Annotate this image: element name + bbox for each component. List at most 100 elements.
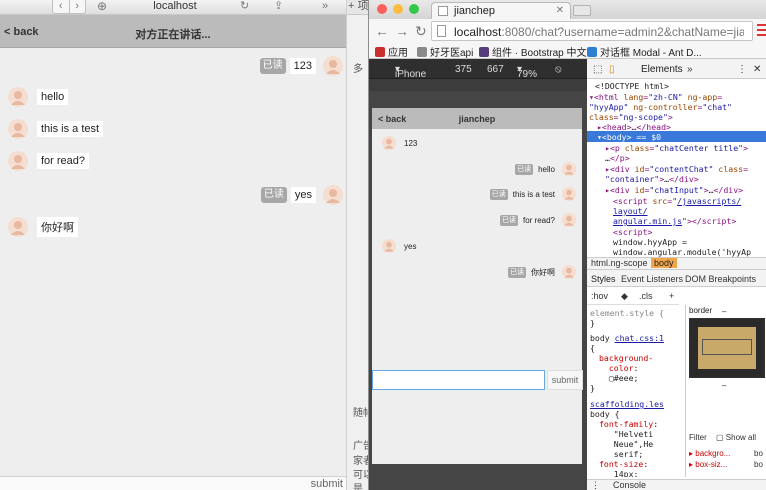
style-line[interactable]: serif; xyxy=(599,449,644,459)
close-devtools-icon[interactable]: ✕ xyxy=(753,64,761,75)
style-line[interactable]: scaffolding.les xyxy=(590,399,664,409)
menu-icon[interactable] xyxy=(757,24,766,36)
safari-address-title[interactable]: localhost xyxy=(110,0,240,13)
computed-property[interactable]: ▸ backgro... xyxy=(689,449,730,458)
reload-icon[interactable]: ↻ xyxy=(240,0,249,13)
dom-line[interactable]: window.angular.module('hyyAp xyxy=(613,247,751,257)
dom-line[interactable]: "container">…</div> xyxy=(605,174,699,184)
address-bar[interactable]: localhost:8080/chat?username=admin2&chat… xyxy=(431,21,753,41)
more-tabs-icon[interactable]: » xyxy=(322,0,328,13)
tab-elements[interactable]: Elements xyxy=(641,64,683,75)
style-line[interactable]: background- xyxy=(599,353,653,363)
style-line[interactable]: body chat.css:1 xyxy=(590,333,664,343)
tab-styles[interactable]: Styles xyxy=(591,274,616,284)
message-row: 已读 for read? xyxy=(499,213,576,227)
zoom-window-icon[interactable] xyxy=(409,4,419,14)
more-panels-icon[interactable]: » xyxy=(687,64,693,75)
device-width[interactable]: 375 xyxy=(455,64,472,75)
dom-line[interactable]: ▸<p class="chatCenter title"> xyxy=(605,143,748,153)
show-all-checkbox[interactable]: ▢ Show all xyxy=(716,433,756,442)
crumb-html[interactable]: html.ng-scope xyxy=(591,258,648,268)
dom-line[interactable]: "hyyApp" ng-controller="chat" xyxy=(589,102,732,112)
style-line[interactable]: 14px; xyxy=(599,469,639,477)
page-info-icon[interactable] xyxy=(437,25,446,37)
style-line[interactable]: font-family: xyxy=(599,419,658,429)
new-tab-icon[interactable]: ⊕ xyxy=(97,0,107,13)
bookmark-item[interactable]: 对话框 Modal - Ant D... xyxy=(587,44,702,59)
dom-line[interactable]: class="ng-scope"> xyxy=(589,112,673,122)
avatar-icon xyxy=(8,87,28,107)
dom-line[interactable]: ▾<body> == $0 xyxy=(597,132,661,142)
dom-line[interactable]: layout/ xyxy=(613,206,648,216)
tab-dom-breakpoints[interactable]: DOM Breakpoints xyxy=(685,274,756,284)
phone-submit-button[interactable]: submit xyxy=(547,370,583,390)
chat-input-bar[interactable]: submit xyxy=(0,476,346,490)
message-text: yes xyxy=(290,187,316,203)
style-line[interactable]: color: xyxy=(599,363,639,373)
submit-button[interactable]: submit xyxy=(311,478,343,490)
ant-design-icon xyxy=(587,46,597,57)
style-line[interactable]: } xyxy=(590,318,595,328)
device-mode-icon[interactable]: ▯ xyxy=(609,64,615,75)
computed-filter-label[interactable]: Filter xyxy=(689,433,707,442)
device-height[interactable]: 667 xyxy=(487,64,504,75)
device-select[interactable]: iPhone 6 ▾ xyxy=(395,64,426,91)
phone-message-input[interactable] xyxy=(372,370,545,390)
close-tab-icon[interactable]: ✕ xyxy=(556,5,564,16)
phone-back-link[interactable]: < back xyxy=(378,114,406,124)
style-line[interactable]: body { xyxy=(590,409,620,419)
share-icon[interactable]: ⇪ xyxy=(274,0,283,13)
message-row: yes xyxy=(382,239,416,253)
message-row: hello xyxy=(8,87,69,107)
zoom-select[interactable]: 79% ▾ xyxy=(517,64,537,80)
tab-event-listeners[interactable]: Event Listeners xyxy=(621,274,683,284)
devtools-menu-icon[interactable]: ⋮ xyxy=(737,64,747,75)
style-line[interactable]: { xyxy=(590,343,595,353)
crumb-body[interactable]: body xyxy=(651,258,677,268)
background-text: 多 xyxy=(353,64,363,75)
dom-line[interactable]: <script src="/javascripts/ xyxy=(613,196,741,206)
back-arrow-icon[interactable]: ‹ xyxy=(53,0,69,13)
forward-arrow-icon[interactable]: › xyxy=(68,0,86,13)
safari-nav-buttons: ‹ › xyxy=(52,0,86,14)
forward-icon[interactable]: → xyxy=(395,23,409,39)
minimize-window-icon[interactable] xyxy=(393,4,403,14)
avatar-icon xyxy=(382,239,396,253)
background-tab[interactable]: + 项 xyxy=(347,0,368,15)
dom-line[interactable]: ▾<html lang="zh-CN" ng-app= xyxy=(589,92,722,102)
tab-title: jiancheр xyxy=(454,5,495,17)
dom-line[interactable]: ▸<div id="contentChat" class= xyxy=(605,164,748,174)
dom-line[interactable]: window.hyyApp = xyxy=(613,237,687,247)
bookmark-item[interactable]: 应用 xyxy=(375,44,408,59)
bookmark-item[interactable]: 好牙医api xyxy=(417,44,473,59)
inspect-icon[interactable]: ⬚ xyxy=(593,64,602,75)
dom-line[interactable]: <!DOCTYPE html> xyxy=(595,81,669,91)
dom-line[interactable]: angular.min.js"></script> xyxy=(613,216,736,226)
chrome-toolbar: ← → ↻ localhost:8080/chat?username=admin… xyxy=(369,19,766,43)
new-tab-button[interactable] xyxy=(573,5,591,16)
style-line[interactable]: } xyxy=(590,383,595,393)
apps-icon xyxy=(375,46,385,57)
avatar-icon xyxy=(562,162,576,176)
back-icon[interactable]: ← xyxy=(375,23,389,39)
dom-line[interactable]: <script> xyxy=(613,227,652,237)
style-line[interactable]: ▢#eee; xyxy=(599,373,639,383)
console-menu-icon[interactable]: ⋮ xyxy=(591,480,600,490)
back-link[interactable]: < back xyxy=(4,26,39,38)
reload-icon[interactable]: ↻ xyxy=(415,23,427,39)
computed-property[interactable]: ▸ box-siz... xyxy=(689,460,727,469)
background-text: 广告 xyxy=(353,441,368,452)
tab-console[interactable]: Console xyxy=(613,480,646,490)
chrome-tab[interactable]: jiancheр ✕ xyxy=(431,2,571,19)
rotate-icon[interactable]: ⦸ xyxy=(555,64,562,75)
style-line[interactable]: "Helveti xyxy=(599,429,653,439)
dom-line[interactable]: …</p> xyxy=(605,153,630,163)
style-line[interactable]: element.style { xyxy=(590,308,664,318)
close-window-icon[interactable] xyxy=(377,4,387,14)
dom-line[interactable]: ▸<div id="chatInput">…</div> xyxy=(605,185,743,195)
message-text: this is a test xyxy=(37,121,104,137)
message-row: this is a test xyxy=(8,119,104,139)
bookmark-item[interactable]: 组件 · Bootstrap 中文... xyxy=(479,44,595,59)
style-line[interactable]: font-size: xyxy=(599,459,648,469)
style-line[interactable]: Neue",He xyxy=(599,439,653,449)
